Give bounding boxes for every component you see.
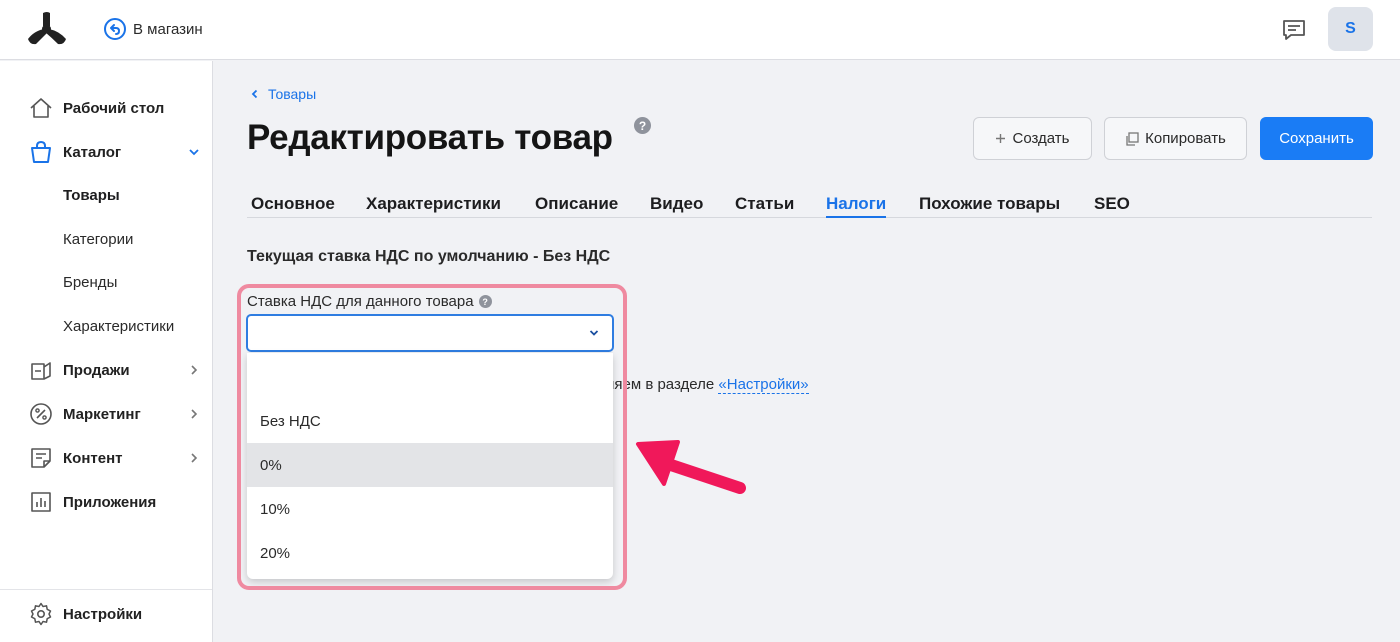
create-button-label: Создать — [1012, 130, 1070, 147]
breadcrumb[interactable]: Товары — [250, 86, 316, 102]
percent-icon — [30, 403, 52, 425]
vat-rate-select[interactable] — [246, 314, 614, 352]
chevron-left-icon — [251, 89, 258, 99]
tab-characteristics[interactable]: Характеристики — [366, 194, 501, 214]
chevron-right-icon — [191, 365, 198, 375]
tab-articles[interactable]: Статьи — [735, 194, 794, 214]
copy-icon — [1126, 131, 1139, 146]
chat-icon[interactable] — [1281, 17, 1307, 43]
sidebar-item-settings[interactable]: Настройки — [0, 594, 212, 634]
sales-icon — [31, 362, 51, 380]
sidebar-subitem-brands[interactable]: Бренды — [63, 274, 117, 291]
sidebar-item-dashboard[interactable]: Рабочий стол — [0, 88, 212, 128]
tab-taxes[interactable]: Налоги — [826, 194, 887, 218]
tab-video[interactable]: Видео — [650, 194, 703, 214]
sidebar-item-label: Контент — [63, 449, 123, 467]
vat-field-label: Ставка НДС для данного товара ? — [247, 293, 492, 310]
home-icon — [30, 98, 52, 118]
save-button[interactable]: Сохранить — [1260, 117, 1373, 160]
dropdown-option-no-vat[interactable]: Без НДС — [247, 399, 613, 443]
settings-link[interactable]: «Настройки» — [718, 376, 809, 394]
shopping-bag-icon — [31, 141, 51, 163]
copy-button-label: Копировать — [1145, 130, 1226, 147]
plus-icon — [996, 134, 1006, 143]
breadcrumb-label: Товары — [268, 86, 317, 102]
tab-similar-products[interactable]: Похожие товары — [919, 194, 1060, 214]
tab-general[interactable]: Основное — [251, 194, 335, 214]
help-icon[interactable]: ? — [634, 117, 651, 134]
dropdown-option-empty[interactable] — [247, 353, 613, 397]
tab-bar: Основное Характеристики Описание Видео С… — [247, 190, 1372, 218]
back-to-store-link[interactable]: В магазин — [103, 17, 203, 41]
sidebar-subitem-characteristics[interactable]: Характеристики — [63, 318, 174, 335]
sidebar-item-label: Продажи — [63, 361, 130, 379]
sidebar-item-label: Маркетинг — [63, 405, 141, 423]
gear-icon — [30, 602, 52, 626]
settings-hint: вляем в разделе «Настройки» — [598, 376, 809, 394]
sidebar-item-label: Настройки — [63, 605, 143, 623]
logo-icon[interactable] — [26, 11, 68, 47]
sidebar: Рабочий стол Каталог Товары Категории Бр… — [0, 61, 213, 642]
sidebar-divider — [0, 589, 212, 590]
settings-hint-text: вляем в разделе — [598, 376, 719, 393]
sidebar-item-label: Каталог — [63, 143, 122, 161]
chevron-right-icon — [191, 409, 198, 419]
chart-icon — [31, 492, 51, 512]
tab-seo[interactable]: SEO — [1094, 194, 1130, 214]
copy-button[interactable]: Копировать — [1104, 117, 1247, 160]
default-vat-text: Текущая ставка НДС по умолчанию - Без НД… — [247, 248, 611, 265]
vat-field-label-text: Ставка НДС для данного товара — [247, 293, 474, 310]
sidebar-item-label: Приложения — [63, 493, 157, 511]
sidebar-item-catalog[interactable]: Каталог — [0, 132, 212, 172]
sidebar-item-content[interactable]: Контент — [0, 438, 212, 478]
tab-description[interactable]: Описание — [535, 194, 618, 214]
sidebar-item-apps[interactable]: Приложения — [0, 482, 212, 522]
sidebar-subitem-products[interactable]: Товары — [63, 187, 120, 204]
top-bar: В магазин S — [0, 0, 1400, 60]
help-icon[interactable]: ? — [478, 295, 492, 308]
sidebar-item-marketing[interactable]: Маркетинг — [0, 394, 212, 434]
chevron-down-icon — [189, 149, 199, 156]
document-icon — [31, 448, 51, 468]
return-icon — [104, 18, 126, 40]
dropdown-option-0[interactable]: 0% — [247, 443, 613, 487]
annotation-arrow-icon — [636, 440, 746, 494]
vat-rate-dropdown: Без НДС 0% 10% 20% — [247, 353, 613, 579]
dropdown-option-20[interactable]: 20% — [247, 531, 613, 575]
chevron-down-icon — [589, 330, 599, 336]
dropdown-option-10[interactable]: 10% — [247, 487, 613, 531]
create-button[interactable]: Создать — [973, 117, 1092, 160]
sidebar-subitem-categories[interactable]: Категории — [63, 231, 133, 248]
chevron-right-icon — [191, 453, 198, 463]
sidebar-item-sales[interactable]: Продажи — [0, 350, 212, 390]
avatar[interactable]: S — [1328, 7, 1373, 51]
page-title: Редактировать товар — [247, 118, 613, 157]
store-link-label: В магазин — [133, 20, 203, 38]
sidebar-item-label: Рабочий стол — [63, 99, 165, 117]
